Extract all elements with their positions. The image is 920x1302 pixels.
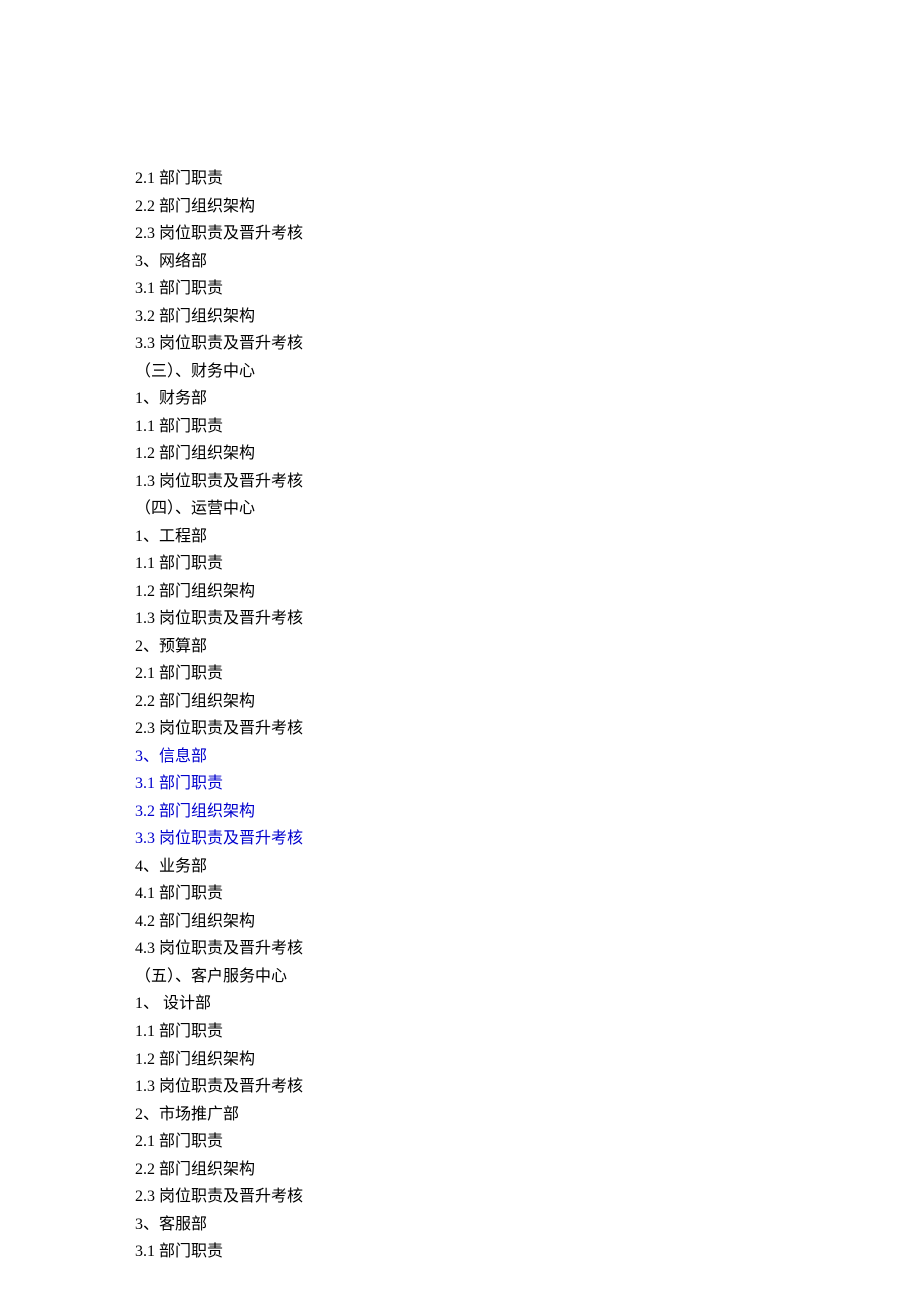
toc-item: 2.3 岗位职责及晋升考核: [135, 1183, 920, 1211]
toc-item: 3、客服部: [135, 1211, 920, 1239]
toc-item: 2.1 部门职责: [135, 1128, 920, 1156]
toc-item: 1.3 岗位职责及晋升考核: [135, 605, 920, 633]
toc-item: 2、市场推广部: [135, 1101, 920, 1129]
toc-item: 3.1 部门职责: [135, 1238, 920, 1266]
toc-item: （四）、运营中心: [135, 495, 920, 523]
toc-item: 2.3 岗位职责及晋升考核: [135, 220, 920, 248]
toc-item: 1、 设计部: [135, 990, 920, 1018]
toc-item: 4、业务部: [135, 853, 920, 881]
toc-item: 4.2 部门组织架构: [135, 908, 920, 936]
toc-item: 1、财务部: [135, 385, 920, 413]
toc-item: 1.2 部门组织架构: [135, 1046, 920, 1074]
toc-item: 1.3 岗位职责及晋升考核: [135, 1073, 920, 1101]
toc-item: 1.2 部门组织架构: [135, 578, 920, 606]
toc-item: 4.1 部门职责: [135, 880, 920, 908]
toc-item[interactable]: 3、信息部: [135, 743, 920, 771]
toc-item: 2.2 部门组织架构: [135, 688, 920, 716]
toc-item: 2.2 部门组织架构: [135, 193, 920, 221]
toc-item: 1、工程部: [135, 523, 920, 551]
toc-item: 2、预算部: [135, 633, 920, 661]
toc-item: 2.3 岗位职责及晋升考核: [135, 715, 920, 743]
toc-item[interactable]: 3.1 部门职责: [135, 770, 920, 798]
toc-item: 1.2 部门组织架构: [135, 440, 920, 468]
toc-item: 3.3 岗位职责及晋升考核: [135, 330, 920, 358]
toc-item: 2.2 部门组织架构: [135, 1156, 920, 1184]
toc-item: 2.1 部门职责: [135, 165, 920, 193]
toc-item: 4.3 岗位职责及晋升考核: [135, 935, 920, 963]
toc-item: 3、网络部: [135, 248, 920, 276]
toc-item[interactable]: 3.3 岗位职责及晋升考核: [135, 825, 920, 853]
toc-item: 3.2 部门组织架构: [135, 303, 920, 331]
toc-item: 1.1 部门职责: [135, 1018, 920, 1046]
table-of-contents: 2.1 部门职责2.2 部门组织架构2.3 岗位职责及晋升考核3、网络部3.1 …: [135, 165, 920, 1266]
toc-item: （五）、客户服务中心: [135, 963, 920, 991]
toc-item: （三）、财务中心: [135, 358, 920, 386]
toc-item: 2.1 部门职责: [135, 660, 920, 688]
toc-item[interactable]: 3.2 部门组织架构: [135, 798, 920, 826]
toc-item: 1.1 部门职责: [135, 413, 920, 441]
toc-item: 1.3 岗位职责及晋升考核: [135, 468, 920, 496]
toc-item: 3.1 部门职责: [135, 275, 920, 303]
toc-item: 1.1 部门职责: [135, 550, 920, 578]
